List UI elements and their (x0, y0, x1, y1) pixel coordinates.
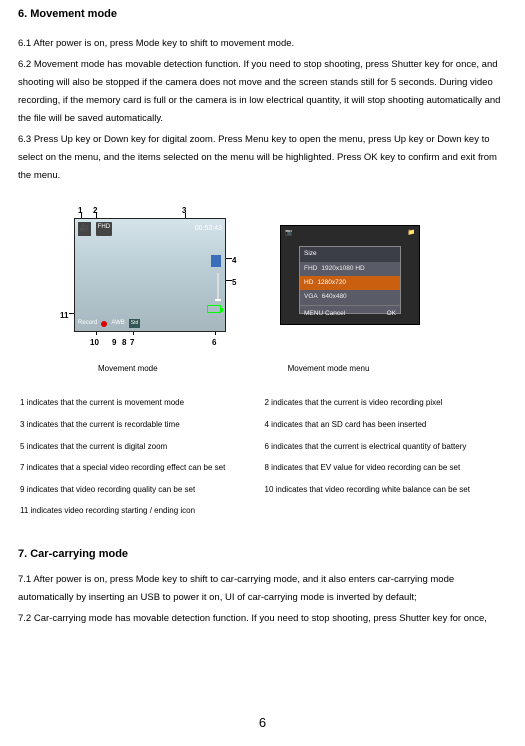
indicator-legend-table: 1 indicates that the current is movement… (18, 392, 507, 522)
lcd-left-icons: 🎥 FHD (78, 222, 112, 235)
recordable-time: 00:53:43 (195, 222, 222, 235)
figure-movement-mode: 1 2 3 4 5 6 7 8 9 10 11 (60, 203, 240, 349)
annot-line (226, 258, 232, 259)
annot-9: 9 (112, 335, 116, 350)
page-number: 6 (0, 711, 525, 736)
indicator-4: 4 indicates that an SD card has been ins… (263, 414, 508, 436)
indicator-1: 1 indicates that the current is movement… (18, 392, 263, 414)
indicator-7: 7 indicates that a special video recordi… (18, 457, 263, 479)
indicator-8: 8 indicates that EV value for video reco… (263, 457, 508, 479)
camera-screenshot-2: 📷 📁 Size FHD 1920x1080 HD HD 1280x720 VG… (280, 225, 420, 325)
vga-text: 640x480 (322, 291, 347, 303)
caption-movement-menu: Movement mode menu (288, 361, 370, 376)
section-7-title: 7. Car-carrying mode (18, 544, 507, 565)
section-6-p2: 6.2 Movement mode has movable detection … (18, 56, 507, 128)
annot-10: 10 (90, 335, 99, 350)
figure-movement-menu: 📷 📁 Size FHD 1920x1080 HD HD 1280x720 VG… (280, 203, 420, 325)
awb-label: AWB (111, 318, 124, 329)
menu-row-fhd: FHD 1920x1080 HD (300, 262, 400, 276)
section-7-p2: 7.2 Car-carrying mode has movable detect… (18, 610, 507, 628)
menu-header: Size (300, 247, 400, 261)
menu-ok-label: OK (387, 308, 396, 320)
battery-icon (207, 305, 221, 313)
indicator-9: 9 indicates that video recording quality… (18, 479, 263, 501)
annot-5: 5 (232, 275, 236, 290)
annot-8: 8 (122, 335, 126, 350)
annot-11: 11 (60, 308, 68, 323)
size-menu-panel: Size FHD 1920x1080 HD HD 1280x720 VGA 64… (299, 246, 401, 314)
annot-6: 6 (212, 335, 216, 350)
figure-captions: Movement mode Movement mode menu (98, 361, 507, 376)
fhd-text: 1920x1080 HD (321, 263, 364, 275)
section-6-p1: 6.1 After power is on, press Mode key to… (18, 35, 507, 53)
annot-7: 7 (130, 335, 134, 350)
quality-label: Std (129, 319, 141, 329)
indicator-10: 10 indicates that video recording white … (263, 479, 508, 501)
caption-movement-mode: Movement mode (98, 361, 158, 376)
resolution-badge: FHD (96, 222, 112, 235)
menu-cancel-label: MENU Cancel (304, 308, 345, 320)
hd-badge: HD (304, 277, 313, 289)
mode-icon: 🎥 (78, 222, 91, 235)
lcd-top-bar: 🎥 FHD 00:53:43 (78, 222, 222, 235)
record-label: Record (78, 318, 97, 329)
record-dot-icon (101, 321, 107, 327)
figures-row: 1 2 3 4 5 6 7 8 9 10 11 (60, 203, 507, 349)
fhd-badge: FHD (304, 263, 317, 275)
file-tab-icon: 📁 (408, 228, 415, 239)
indicator-11: 11 indicates video recording starting / … (18, 500, 263, 522)
sd-card-icon (211, 255, 221, 267)
camera-lcd-1: 🎥 FHD 00:53:43 Record AWB Std (74, 218, 226, 332)
hd-text: 1280x720 (317, 277, 346, 289)
camera-tab-icon: 📷 (285, 228, 292, 239)
vga-badge: VGA (304, 291, 318, 303)
camera-screenshot-1: 1 2 3 4 5 6 7 8 9 10 11 (60, 203, 240, 349)
indicator-6: 6 indicates that the current is electric… (263, 436, 508, 458)
section-6-title: 6. Movement mode (18, 4, 507, 25)
menu-footer: MENU Cancel OK (300, 305, 400, 322)
menu-top-icons: 📷 📁 (285, 228, 415, 239)
section-6-p3: 6.3 Press Up key or Down key for digital… (18, 131, 507, 185)
menu-row-vga: VGA 640x480 (300, 290, 400, 304)
annot-line (226, 280, 232, 281)
zoom-indicator (217, 273, 219, 301)
section-7-p1: 7.1 After power is on, press Mode key to… (18, 571, 507, 607)
menu-row-hd-selected: HD 1280x720 (300, 276, 400, 290)
annot-4: 4 (232, 253, 236, 268)
indicator-3: 3 indicates that the current is recordab… (18, 414, 263, 436)
indicator-5: 5 indicates that the current is digital … (18, 436, 263, 458)
indicator-2: 2 indicates that the current is video re… (263, 392, 508, 414)
lcd-bottom-bar: Record AWB Std (78, 318, 222, 329)
